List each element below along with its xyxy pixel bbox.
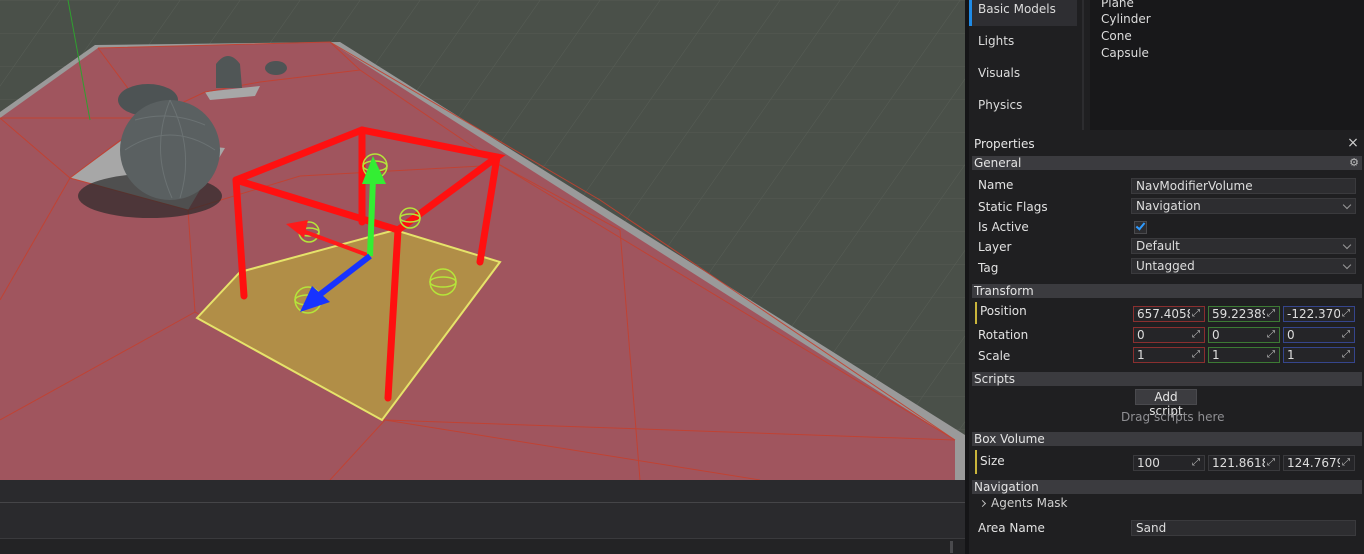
drag-icon[interactable]: ⤢ (1340, 348, 1352, 362)
scale-z-value: 1 (1287, 348, 1295, 362)
drag-icon[interactable]: ⤢ (1265, 307, 1277, 321)
rotation-x-field[interactable]: 0 ⤢ (1133, 327, 1205, 343)
properties-header: Properties × (969, 134, 1364, 154)
group-box-volume[interactable]: Box Volume (972, 432, 1362, 446)
check-icon (1135, 220, 1146, 231)
position-x-value: 657.4058 (1137, 307, 1195, 321)
toolbox-items: Plane Cylinder Cone Capsule (1090, 0, 1364, 130)
toolbox-categories: Basic Models Lights Visuals Physics (969, 0, 1079, 130)
drag-icon[interactable]: ⤢ (1190, 328, 1202, 342)
is-active-checkbox[interactable] (1134, 220, 1147, 234)
name-field[interactable]: NavModifierVolume (1131, 178, 1356, 194)
list-item-capsule[interactable]: Capsule (1101, 45, 1149, 62)
scrollbar-thumb[interactable] (950, 541, 953, 553)
layer-label: Layer (978, 240, 1012, 254)
scale-x-value: 1 (1137, 348, 1145, 362)
group-navigation[interactable]: Navigation (972, 480, 1362, 494)
timeline-panel (0, 480, 965, 554)
scale-label: Scale (978, 349, 1011, 363)
drag-icon[interactable]: ⤢ (1340, 328, 1352, 342)
rotation-y-field[interactable]: 0 ⤢ (1208, 327, 1280, 343)
group-transform-header: Transform (974, 284, 1034, 298)
group-box-volume-header: Box Volume (974, 432, 1045, 446)
rotation-z-value: 0 (1287, 328, 1295, 342)
position-label: Position (975, 302, 1027, 324)
size-z-field[interactable]: 124.7679 ⤢ (1283, 455, 1355, 471)
group-navigation-header: Navigation (974, 480, 1039, 494)
group-scripts-header: Scripts (974, 372, 1016, 386)
position-y-field[interactable]: 59.22389 ⤢ (1208, 306, 1280, 322)
size-x-field[interactable]: 100 ⤢ (1133, 455, 1205, 471)
add-script-button[interactable]: Add script (1135, 389, 1197, 418)
drag-icon[interactable]: ⤢ (1190, 456, 1202, 470)
size-y-field[interactable]: 121.8618 ⤢ (1208, 455, 1280, 471)
position-x-field[interactable]: 657.4058 ⤢ (1133, 306, 1205, 322)
size-label: Size (975, 450, 1005, 474)
drag-icon[interactable]: ⤢ (1340, 307, 1352, 321)
agents-mask-expander[interactable]: Agents Mask (978, 496, 1068, 510)
size-z-value: 124.7679 (1287, 456, 1345, 470)
rotation-x-value: 0 (1137, 328, 1145, 342)
list-item-cylinder[interactable]: Cylinder (1101, 11, 1151, 28)
tab-physics[interactable]: Physics (969, 96, 1077, 122)
close-icon[interactable]: × (1346, 135, 1360, 151)
area-name-field[interactable]: Sand (1131, 520, 1356, 536)
tag-dropdown[interactable]: Untagged (1131, 258, 1356, 274)
gear-icon[interactable]: ⚙ (1349, 156, 1359, 170)
properties-title: Properties (974, 137, 1035, 151)
rotation-y-value: 0 (1212, 328, 1220, 342)
tab-lights[interactable]: Lights (969, 32, 1077, 58)
scale-y-field[interactable]: 1 ⤢ (1208, 347, 1280, 363)
chevron-right-icon (978, 499, 987, 508)
drag-icon[interactable]: ⤢ (1265, 348, 1277, 362)
area-name-label: Area Name (978, 521, 1045, 535)
tab-basic-models[interactable]: Basic Models (969, 0, 1077, 26)
tab-visuals[interactable]: Visuals (969, 64, 1077, 90)
rotation-label: Rotation (978, 328, 1029, 342)
layer-dropdown[interactable]: Default (1131, 238, 1356, 254)
group-transform[interactable]: Transform (972, 284, 1362, 298)
scene-render (0, 0, 965, 480)
toolbox: Basic Models Lights Visuals Physics Plan… (969, 0, 1364, 130)
position-y-value: 59.22389 (1212, 307, 1270, 321)
horizontal-scrollbar[interactable] (0, 538, 965, 554)
tag-label: Tag (978, 261, 999, 275)
drag-icon[interactable]: ⤢ (1190, 307, 1202, 321)
scripts-drop-hint: Drag scripts here (1121, 410, 1225, 424)
static-flags-dropdown[interactable]: Navigation (1131, 198, 1356, 214)
scale-x-field[interactable]: 1 ⤢ (1133, 347, 1205, 363)
static-flags-label: Static Flags (978, 200, 1048, 214)
group-general[interactable]: General ⚙ (972, 156, 1362, 170)
agents-mask-label: Agents Mask (991, 496, 1068, 510)
drag-icon[interactable]: ⤢ (1265, 456, 1277, 470)
drag-icon[interactable]: ⤢ (1190, 348, 1202, 362)
list-item-cone[interactable]: Cone (1101, 28, 1132, 45)
position-z-field[interactable]: -122.3703 ⤢ (1283, 306, 1355, 322)
scale-y-value: 1 (1212, 348, 1220, 362)
size-y-value: 121.8618 (1212, 456, 1270, 470)
drag-icon[interactable]: ⤢ (1265, 328, 1277, 342)
group-scripts[interactable]: Scripts (972, 372, 1362, 386)
size-x-value: 100 (1137, 456, 1160, 470)
right-panel: Basic Models Lights Visuals Physics Plan… (969, 0, 1364, 554)
drag-icon[interactable]: ⤢ (1340, 456, 1352, 470)
scale-z-field[interactable]: 1 ⤢ (1283, 347, 1355, 363)
group-general-header: General (974, 156, 1022, 170)
rotation-z-field[interactable]: 0 ⤢ (1283, 327, 1355, 343)
panel-divider (0, 502, 965, 503)
is-active-label: Is Active (978, 220, 1029, 234)
toolbox-divider (1082, 0, 1084, 130)
scene-viewport[interactable] (0, 0, 965, 480)
name-label: Name (978, 178, 1014, 192)
